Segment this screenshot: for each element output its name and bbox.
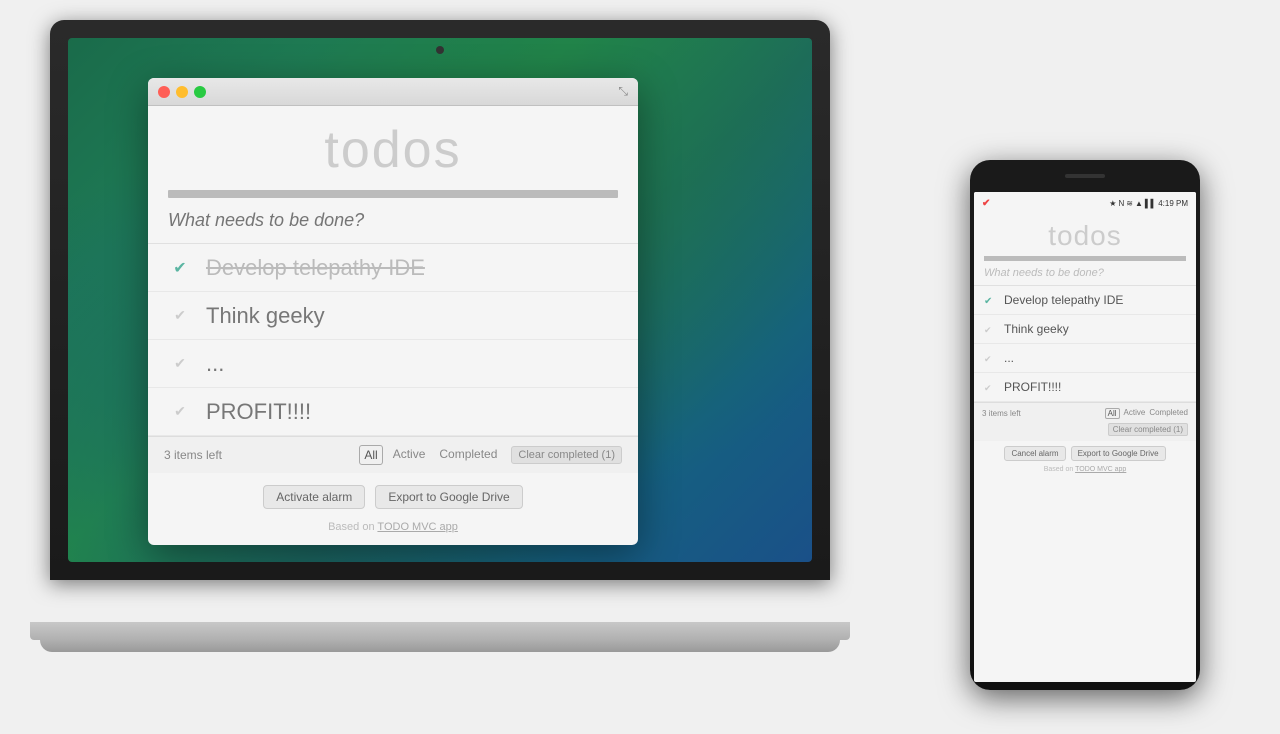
laptop-screen: ⤡ todos ✔ Develop telepathy IDE [68,38,812,562]
phone-todo-item-1: ✔ Develop telepathy IDE [974,286,1196,315]
laptop-webcam [436,46,444,54]
checkmark-pending-icon-3: ✔ [174,403,186,420]
phone-items-left: 3 items left [982,409,1105,418]
mac-todo-item-2: ✔ Think geeky [148,292,638,340]
mac-footer: 3 items left All Active Completed Clear … [148,436,638,473]
mac-items-left: 3 items left [164,448,349,462]
phone-signal-bars: ▌▌ [1145,199,1156,208]
laptop-base [30,622,850,640]
mac-titlebar: ⤡ [148,78,638,106]
laptop-body: ⤡ todos ✔ Develop telepathy IDE [50,20,830,580]
mac-filter-completed[interactable]: Completed [435,445,501,465]
mac-maximize-button[interactable] [194,86,206,98]
phone-input-area[interactable]: What needs to be done? [974,261,1196,286]
phone-checkmark-pending-2: ✔ [984,354,992,364]
phone-todo-item-4: ✔ PROFIT!!!! [974,373,1196,402]
phone-action-buttons: Cancel alarm Export to Google Drive [974,441,1196,466]
mac-todo-check-3[interactable]: ✔ [168,352,192,376]
mac-todo-check-2[interactable]: ✔ [168,304,192,328]
mac-input-area[interactable] [148,198,638,244]
mac-todo-text-4: PROFIT!!!! [206,399,311,425]
phone-app-title: todos [974,214,1196,256]
mac-based-on-text: Based on [328,521,377,533]
phone-filter-completed[interactable]: Completed [1149,408,1188,419]
mac-todo-text-2: Think geeky [206,303,325,329]
phone-filter-active[interactable]: Active [1124,408,1146,419]
phone-nfc-icon: N [1118,199,1124,208]
mac-todo-check-4[interactable]: ✔ [168,400,192,424]
phone-todo-text-2: Think geeky [1004,322,1069,336]
mac-todo-list: ✔ Develop telepathy IDE ✔ Think geeky [148,244,638,436]
phone-todo-text-1: Develop telepathy IDE [1004,293,1123,307]
mac-todo-item-3: ✔ ... [148,340,638,388]
phone-clear-completed-button[interactable]: Clear completed (1) [1108,423,1188,436]
mac-close-button[interactable] [158,86,170,98]
mac-expand-icon[interactable]: ⤡ [618,84,628,99]
phone-input-placeholder: What needs to be done? [984,267,1186,279]
mac-todo-item-4: ✔ PROFIT!!!! [148,388,638,436]
phone: ✔ ★ N ≋ ▲ ▌▌ 4:19 PM todos What needs to… [970,160,1200,690]
checkmark-pending-icon: ✔ [174,307,186,324]
mac-app-title: todos [148,106,638,190]
mac-window: ⤡ todos ✔ Develop telepathy IDE [148,78,638,545]
phone-todo-item-2: ✔ Think geeky [974,315,1196,344]
phone-based-on: Based on TODO MVC app [974,466,1196,478]
phone-mvc-link[interactable]: TODO MVC app [1075,466,1126,473]
mac-mvc-link[interactable]: TODO MVC app [377,521,458,533]
mac-filter-active[interactable]: Active [389,445,430,465]
laptop: ⤡ todos ✔ Develop telepathy IDE [50,20,830,700]
mac-filter-all[interactable]: All [359,445,382,465]
phone-check-mark: ✔ [982,198,990,209]
mac-clear-completed-button[interactable]: Clear completed (1) [511,446,622,464]
phone-todo-text-3: ... [1004,351,1014,365]
phone-speaker [1065,174,1105,178]
mac-todo-input[interactable] [168,210,618,231]
phone-filter-buttons: All Active Completed [1105,408,1188,419]
mac-todo-check-1[interactable]: ✔ [168,256,192,280]
mac-todo-text-1: Develop telepathy IDE [206,255,425,281]
phone-footer: 3 items left All Active Completed Clear … [974,402,1196,441]
phone-bluetooth-icon: ★ [1109,199,1116,208]
phone-screen: ✔ ★ N ≋ ▲ ▌▌ 4:19 PM todos What needs to… [974,192,1196,682]
checkmark-pending-icon-2: ✔ [174,355,186,372]
mac-export-button[interactable]: Export to Google Drive [375,485,522,509]
phone-todo-check-1[interactable]: ✔ [984,291,998,309]
phone-todo-text-4: PROFIT!!!! [1004,380,1061,394]
phone-todo-check-2[interactable]: ✔ [984,320,998,338]
phone-todo-check-4[interactable]: ✔ [984,378,998,396]
phone-signal-icon: ▲ [1135,199,1143,208]
phone-checkmark-pending-3: ✔ [984,383,992,393]
phone-checkmark-pending-1: ✔ [984,325,992,335]
mac-todo-text-3: ... [206,351,224,377]
mac-todo-item-1: ✔ Develop telepathy IDE [148,244,638,292]
phone-filter-all[interactable]: All [1105,408,1120,419]
mac-based-on: Based on TODO MVC app [148,521,638,545]
mac-progress-bar [168,190,618,198]
checkmark-done-icon: ✔ [173,258,186,278]
phone-time: 4:19 PM [1158,199,1188,208]
phone-body: ✔ ★ N ≋ ▲ ▌▌ 4:19 PM todos What needs to… [970,160,1200,690]
phone-todo-item-3: ✔ ... [974,344,1196,373]
mac-filter-buttons: All Active Completed [359,445,501,465]
scene: ⤡ todos ✔ Develop telepathy IDE [0,0,1280,734]
phone-todo-check-3[interactable]: ✔ [984,349,998,367]
phone-footer-row1: 3 items left All Active Completed [982,408,1188,419]
mac-activate-alarm-button[interactable]: Activate alarm [263,485,365,509]
phone-based-on-text: Based on [1044,466,1075,473]
mac-action-buttons: Activate alarm Export to Google Drive [148,473,638,521]
mac-minimize-button[interactable] [176,86,188,98]
phone-status-bar: ✔ ★ N ≋ ▲ ▌▌ 4:19 PM [974,192,1196,214]
phone-status-icons: ★ N ≋ ▲ ▌▌ 4:19 PM [1109,199,1188,208]
phone-export-button[interactable]: Export to Google Drive [1071,446,1166,461]
phone-cancel-alarm-button[interactable]: Cancel alarm [1004,446,1065,461]
phone-checkmark-done-icon: ✔ [984,296,992,307]
phone-wifi-icon: ≋ [1126,199,1133,208]
